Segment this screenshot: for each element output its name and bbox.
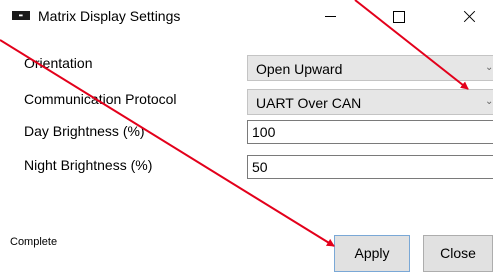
chevron-down-icon: ⌄ (485, 96, 493, 107)
title-bar: ▬ Matrix Display Settings (0, 0, 493, 34)
minimize-icon[interactable] (308, 0, 354, 34)
chevron-down-icon: ⌄ (485, 62, 493, 73)
night-brightness-label: Night Brightness (%) (24, 157, 153, 173)
protocol-label: Communication Protocol (24, 91, 177, 107)
protocol-value: UART Over CAN (256, 95, 362, 111)
day-brightness-label: Day Brightness (%) (24, 123, 145, 139)
app-icon: ▬ (12, 11, 30, 20)
orientation-label: Orientation (24, 55, 93, 71)
close-button[interactable]: Close (423, 235, 493, 272)
orientation-value: Open Upward (256, 61, 343, 77)
night-brightness-input[interactable]: 50 (247, 155, 493, 179)
day-brightness-value: 100 (252, 124, 276, 140)
orientation-select[interactable]: Open Upward ⌄ (247, 55, 493, 81)
window-title: Matrix Display Settings (38, 8, 181, 24)
day-brightness-input[interactable]: 100 (247, 120, 493, 144)
apply-button[interactable]: Apply (334, 235, 410, 272)
night-brightness-value: 50 (252, 159, 268, 175)
status-text: Complete (10, 236, 58, 248)
protocol-select[interactable]: UART Over CAN ⌄ (247, 89, 493, 115)
maximize-icon[interactable] (377, 0, 423, 34)
close-icon[interactable] (447, 0, 493, 34)
